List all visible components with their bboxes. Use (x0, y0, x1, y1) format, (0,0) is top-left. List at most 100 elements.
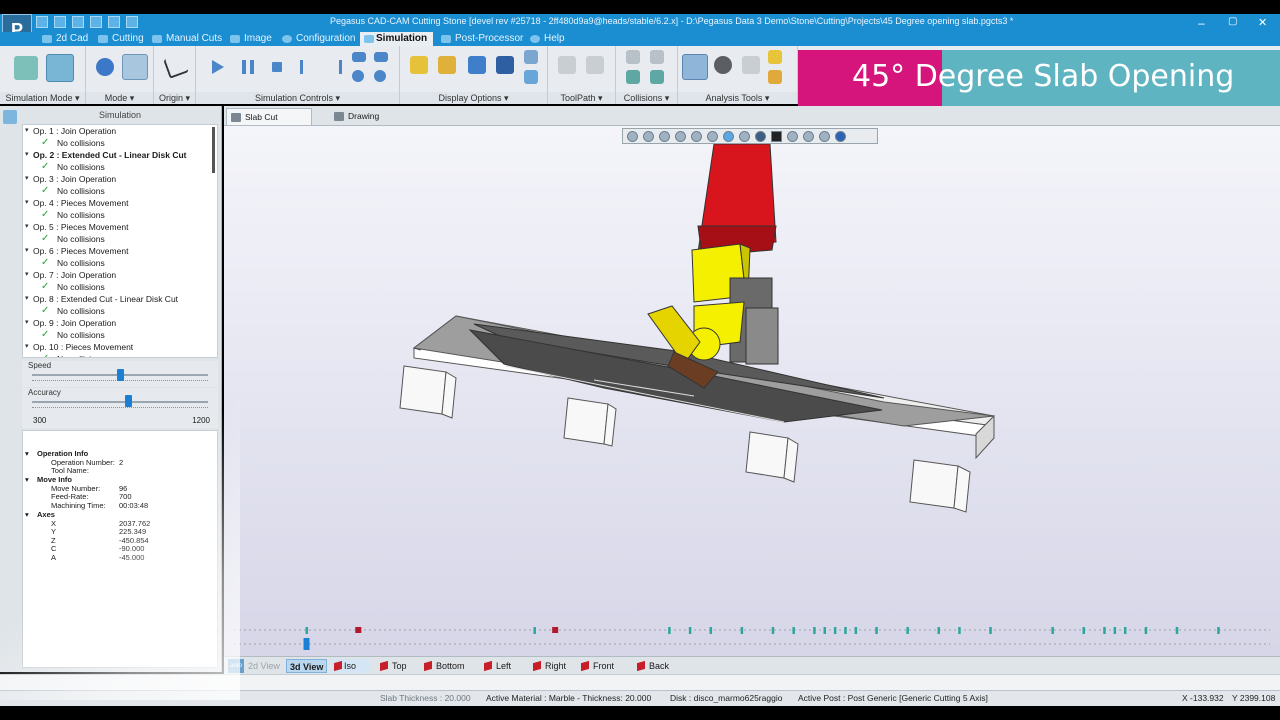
zoom-out-icon[interactable] (659, 130, 670, 142)
zoom-previous-icon[interactable] (691, 130, 702, 142)
expand-icon[interactable]: ▾ (25, 293, 29, 305)
back-view-button[interactable]: Back (637, 659, 669, 673)
tab-slab-cut[interactable]: Slab Cut (226, 108, 312, 125)
operation-item[interactable]: ▾ Op. 7 : Join Operation (23, 269, 217, 281)
expand-icon[interactable]: ▾ (25, 269, 29, 281)
box-analysis-icon[interactable] (768, 50, 782, 64)
expand-icon[interactable]: ▾ (25, 173, 29, 185)
3d-viewport[interactable] (224, 126, 1280, 656)
tab-cutting[interactable]: Cutting (98, 32, 144, 46)
expand-icon[interactable]: ▾ (25, 221, 29, 233)
rotate-icon[interactable] (739, 130, 750, 142)
save-icon[interactable] (72, 16, 84, 28)
expand-icon[interactable]: ▾ (25, 125, 29, 137)
step-forward-icon[interactable] (328, 60, 342, 74)
expand-icon[interactable]: ▾ (25, 197, 29, 209)
reset-icon[interactable] (374, 70, 386, 82)
auto-view-button[interactable]: auto (228, 659, 244, 673)
skip-last-icon[interactable] (374, 52, 388, 62)
collision-head-icon[interactable] (650, 70, 664, 84)
panel-pin-icon[interactable] (3, 110, 17, 124)
timeline-marker[interactable] (1113, 627, 1117, 634)
accuracy-slider-thumb[interactable] (124, 395, 132, 407)
timeline-marker[interactable] (792, 627, 795, 634)
operation-item[interactable]: ▾ Op. 9 : Join Operation (23, 317, 217, 329)
text-icon[interactable] (771, 130, 782, 142)
timeline-marker[interactable] (958, 627, 961, 634)
timeline-marker[interactable] (668, 627, 671, 634)
collision-check-icon[interactable] (626, 50, 640, 64)
tab-drawing[interactable]: Drawing (330, 108, 400, 125)
zoom-fit-icon[interactable] (627, 130, 638, 142)
refresh-icon[interactable] (819, 130, 830, 142)
group-label[interactable]: Simulation Mode ▾ (0, 92, 85, 104)
undo-icon[interactable] (108, 16, 120, 28)
operations-list[interactable]: ▾ Op. 1 : Join Operation ✓ No collisions ▾ Op… (22, 124, 218, 358)
timeline-marker[interactable] (875, 627, 878, 634)
step-back-icon[interactable] (300, 60, 314, 74)
stop-icon[interactable] (272, 62, 282, 72)
redo-icon[interactable] (126, 16, 138, 28)
tab-simulation[interactable]: Simulation (360, 32, 434, 46)
new-file-icon[interactable] (36, 16, 48, 28)
tab-2d-cad[interactable]: 2d Cad (42, 32, 88, 46)
operation-item[interactable]: ▾ Op. 8 : Extended Cut - Linear Disk Cut (23, 293, 217, 305)
group-label[interactable]: ToolPath ▾ (548, 92, 615, 104)
group-label[interactable]: Simulation Controls ▾ (196, 92, 399, 104)
show-tool-icon[interactable] (410, 56, 428, 74)
help-icon[interactable] (835, 130, 846, 142)
timeline-marker[interactable] (833, 627, 837, 634)
open-file-icon[interactable] (54, 16, 66, 28)
timeline-marker[interactable] (1082, 627, 1086, 634)
tab-post-processor[interactable]: Post-Processor (441, 32, 523, 46)
3d-view-button[interactable]: 3d View (286, 659, 328, 673)
timeline-marker[interactable] (688, 627, 692, 634)
tab-configuration[interactable]: Configuration (282, 32, 355, 46)
expand-icon[interactable]: ▾ (25, 317, 29, 329)
timeline-marker[interactable] (1144, 627, 1148, 634)
toolpath-icon[interactable] (558, 56, 576, 74)
select-icon[interactable] (723, 130, 734, 142)
volume-analysis-icon[interactable] (768, 70, 782, 84)
skip-first-icon[interactable] (352, 52, 366, 62)
timeline-marker[interactable] (740, 627, 744, 634)
expand-icon[interactable]: ▾ (25, 341, 29, 353)
operation-item[interactable]: ▾ Op. 6 : Pieces Movement (23, 245, 217, 257)
group-label[interactable]: Display Options ▾ (400, 92, 547, 104)
group-label[interactable]: Mode ▾ (86, 92, 153, 104)
timeline-marker[interactable] (937, 627, 940, 634)
collapse-icon[interactable]: ▾ (25, 475, 29, 484)
pause-icon[interactable] (242, 60, 254, 74)
timeline-marker[interactable] (844, 627, 847, 634)
tab-manual-cuts[interactable]: Manual Cuts (152, 32, 222, 46)
operation-item[interactable]: ▾ Op. 3 : Join Operation (23, 173, 217, 185)
top-view-button[interactable]: Top (380, 659, 407, 673)
timeline-marker[interactable] (1123, 627, 1127, 634)
checkered-sphere-icon[interactable] (682, 54, 708, 80)
timeline-marker[interactable] (1051, 627, 1054, 634)
timeline-marker[interactable] (1175, 627, 1179, 634)
timeline-marker[interactable] (906, 627, 909, 634)
timeline-marker[interactable] (1217, 627, 1220, 634)
timeline-marker[interactable] (854, 627, 858, 634)
front-view-button[interactable]: Front (581, 659, 614, 673)
measure-sphere-icon[interactable] (714, 56, 732, 74)
render-icon[interactable] (755, 130, 766, 142)
sphere-icon[interactable] (96, 58, 114, 76)
timeline-collision-marker[interactable] (355, 627, 362, 633)
operation-item[interactable]: ▾ Op. 5 : Pieces Movement (23, 221, 217, 233)
axis-origin-icon[interactable] (163, 53, 189, 79)
operation-item[interactable]: ▾ Op. 2 : Extended Cut - Linear Disk Cut (23, 149, 217, 161)
operation-item[interactable]: ▾ Op. 1 : Join Operation (23, 125, 217, 137)
timeline-marker[interactable] (1103, 627, 1106, 634)
group-label[interactable]: Analysis Tools ▾ (678, 92, 797, 104)
tab-help[interactable]: Help (530, 32, 565, 46)
timeline-marker[interactable] (709, 627, 713, 634)
timeline-playhead[interactable] (303, 638, 310, 650)
show-path-icon[interactable] (524, 50, 538, 64)
play-icon[interactable] (212, 60, 224, 74)
2d-view-button[interactable]: 2d View (248, 659, 280, 673)
settings-icon[interactable] (803, 130, 814, 142)
toolpath-trace-icon[interactable] (586, 56, 604, 74)
tab-image[interactable]: Image (230, 32, 272, 46)
